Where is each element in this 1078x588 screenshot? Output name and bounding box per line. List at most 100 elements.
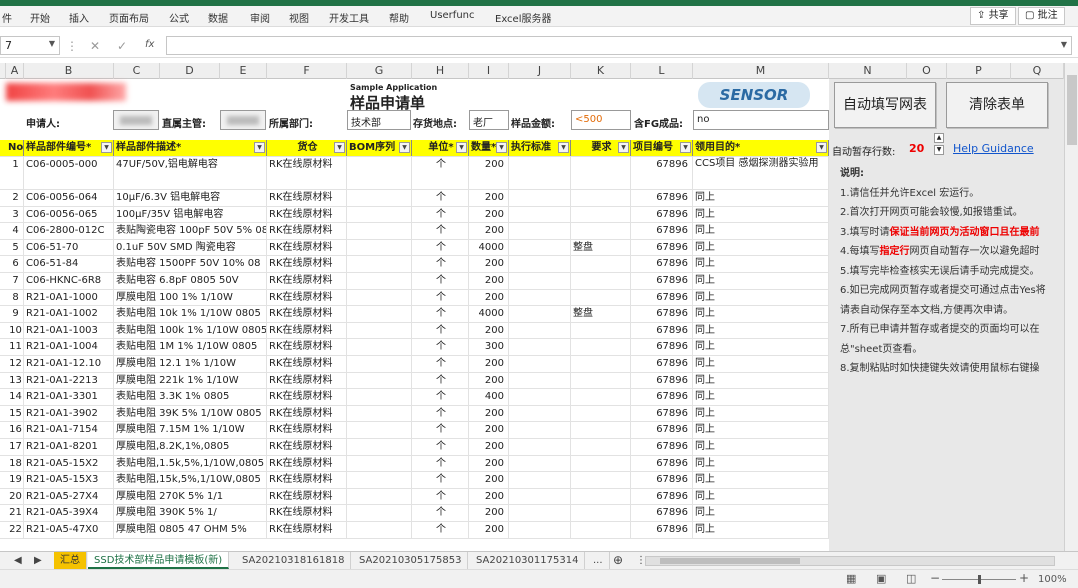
requirement-cell[interactable]	[571, 389, 631, 405]
purpose-cell[interactable]: 同上	[693, 322, 829, 339]
part-number-cell[interactable]: R21-0A5-27X4	[24, 488, 114, 505]
project-cell[interactable]: 67896	[631, 422, 693, 438]
menu-developer[interactable]: 开发工具	[329, 10, 369, 25]
quantity-cell[interactable]: 200	[469, 289, 509, 306]
bom-cell[interactable]	[347, 157, 412, 189]
purpose-cell[interactable]: 同上	[693, 472, 829, 488]
quantity-cell[interactable]: 4000	[469, 306, 509, 322]
filter-icon[interactable]: ▼	[334, 142, 345, 153]
purpose-cell[interactable]: 同上	[693, 306, 829, 322]
row-no[interactable]: 14	[6, 389, 24, 405]
chevron-down-icon[interactable]: ▼	[1061, 40, 1067, 49]
tab-next-icon[interactable]: ▶	[28, 552, 48, 569]
requirement-cell[interactable]: 整盘	[571, 306, 631, 322]
standard-cell[interactable]	[509, 306, 571, 322]
tab-sa-3[interactable]: SA20210301175314	[470, 552, 586, 569]
quantity-cell[interactable]: 4000	[469, 239, 509, 256]
description-cell[interactable]: 厚膜电阻 0805 47 OHM 5%	[114, 522, 267, 538]
purpose-cell[interactable]: 同上	[693, 455, 829, 472]
bom-cell[interactable]	[347, 405, 412, 422]
menu-page-layout[interactable]: 页面布局	[109, 10, 149, 25]
purpose-cell[interactable]: 同上	[693, 289, 829, 306]
standard-cell[interactable]	[509, 389, 571, 405]
warehouse-cell[interactable]: RK在线原材料	[267, 422, 347, 438]
description-cell[interactable]: 表贴陶瓷电容 100pF 50V 5% 080	[114, 223, 267, 239]
row-no[interactable]: 21	[6, 505, 24, 521]
unit-cell[interactable]: 个	[412, 422, 469, 438]
unit-cell[interactable]: 个	[412, 439, 469, 455]
filter-icon[interactable]: ▼	[558, 142, 569, 153]
project-cell[interactable]: 67896	[631, 389, 693, 405]
row-no[interactable]: 9	[6, 306, 24, 322]
bom-cell[interactable]	[347, 289, 412, 306]
unit-cell[interactable]: 个	[412, 289, 469, 306]
standard-cell[interactable]	[509, 256, 571, 272]
requirement-cell[interactable]	[571, 223, 631, 239]
description-cell[interactable]: 厚膜电阻 221k 1% 1/10W	[114, 372, 267, 389]
warehouse-cell[interactable]: RK在线原材料	[267, 339, 347, 355]
purpose-cell[interactable]: 同上	[693, 339, 829, 355]
standard-cell[interactable]	[509, 439, 571, 455]
quantity-cell[interactable]: 400	[469, 389, 509, 405]
quantity-cell[interactable]: 200	[469, 206, 509, 223]
part-number-cell[interactable]: R21-0A1-1004	[24, 339, 114, 355]
tab-summary[interactable]: 汇总	[54, 552, 87, 569]
standard-cell[interactable]	[509, 422, 571, 438]
bom-cell[interactable]	[347, 472, 412, 488]
location-field[interactable]: 老厂	[469, 110, 509, 130]
row-no[interactable]: 7	[6, 273, 24, 289]
worksheet-grid[interactable]: A B C D E F G H I J K L M N O P Q Sample…	[0, 63, 1064, 551]
project-cell[interactable]: 67896	[631, 339, 693, 355]
requirement-cell[interactable]	[571, 157, 631, 189]
bom-cell[interactable]	[347, 422, 412, 438]
fg-field[interactable]: no	[693, 110, 829, 130]
function-icon[interactable]: fx	[145, 39, 154, 50]
requirement-cell[interactable]	[571, 372, 631, 389]
description-cell[interactable]: 厚膜电阻 12.1 1% 1/10W	[114, 356, 267, 372]
part-number-cell[interactable]: C06-51-84	[24, 256, 114, 272]
purpose-cell[interactable]: 同上	[693, 405, 829, 422]
project-cell[interactable]: 67896	[631, 306, 693, 322]
col-header-l[interactable]: L	[631, 63, 693, 79]
menu-userfunc[interactable]: Userfunc	[430, 10, 475, 21]
unit-cell[interactable]: 个	[412, 223, 469, 239]
purpose-cell[interactable]: 同上	[693, 273, 829, 289]
page-layout-icon[interactable]: ▣	[876, 572, 886, 585]
part-number-cell[interactable]: R21-0A5-47X0	[24, 522, 114, 538]
project-cell[interactable]: 67896	[631, 455, 693, 472]
project-cell[interactable]: 67896	[631, 223, 693, 239]
row-no[interactable]: 4	[6, 223, 24, 239]
part-number-cell[interactable]: R21-0A1-12.10	[24, 356, 114, 372]
menu-help[interactable]: 帮助	[389, 10, 409, 25]
project-cell[interactable]: 67896	[631, 472, 693, 488]
standard-cell[interactable]	[509, 206, 571, 223]
bom-cell[interactable]	[347, 239, 412, 256]
row-no[interactable]: 6	[6, 256, 24, 272]
quantity-cell[interactable]: 200	[469, 488, 509, 505]
filter-icon[interactable]: ▼	[680, 142, 691, 153]
description-cell[interactable]: 表贴电阻,1.5k,5%,1/10W,0805	[114, 455, 267, 472]
bom-cell[interactable]	[347, 522, 412, 538]
zoom-out-icon[interactable]: −	[930, 571, 940, 585]
col-header-n[interactable]: N	[829, 63, 907, 79]
unit-cell[interactable]: 个	[412, 273, 469, 289]
warehouse-cell[interactable]: RK在线原材料	[267, 306, 347, 322]
bom-cell[interactable]	[347, 389, 412, 405]
menu-home[interactable]: 开始	[30, 10, 50, 25]
name-box[interactable]: 7 ▼	[0, 36, 60, 55]
scroll-thumb[interactable]	[660, 558, 800, 564]
formula-input[interactable]: ▼	[166, 36, 1072, 55]
standard-cell[interactable]	[509, 157, 571, 189]
quantity-cell[interactable]: 200	[469, 372, 509, 389]
row-no[interactable]: 20	[6, 488, 24, 505]
project-cell[interactable]: 67896	[631, 522, 693, 538]
description-cell[interactable]: 厚膜电阻 100 1% 1/10W	[114, 289, 267, 306]
zoom-thumb[interactable]	[978, 575, 981, 584]
standard-cell[interactable]	[509, 372, 571, 389]
filter-icon[interactable]: ▼	[618, 142, 629, 153]
bom-cell[interactable]	[347, 356, 412, 372]
part-number-cell[interactable]: R21-0A1-2213	[24, 372, 114, 389]
purpose-cell[interactable]: 同上	[693, 488, 829, 505]
project-cell[interactable]: 67896	[631, 256, 693, 272]
requirement-cell[interactable]	[571, 289, 631, 306]
